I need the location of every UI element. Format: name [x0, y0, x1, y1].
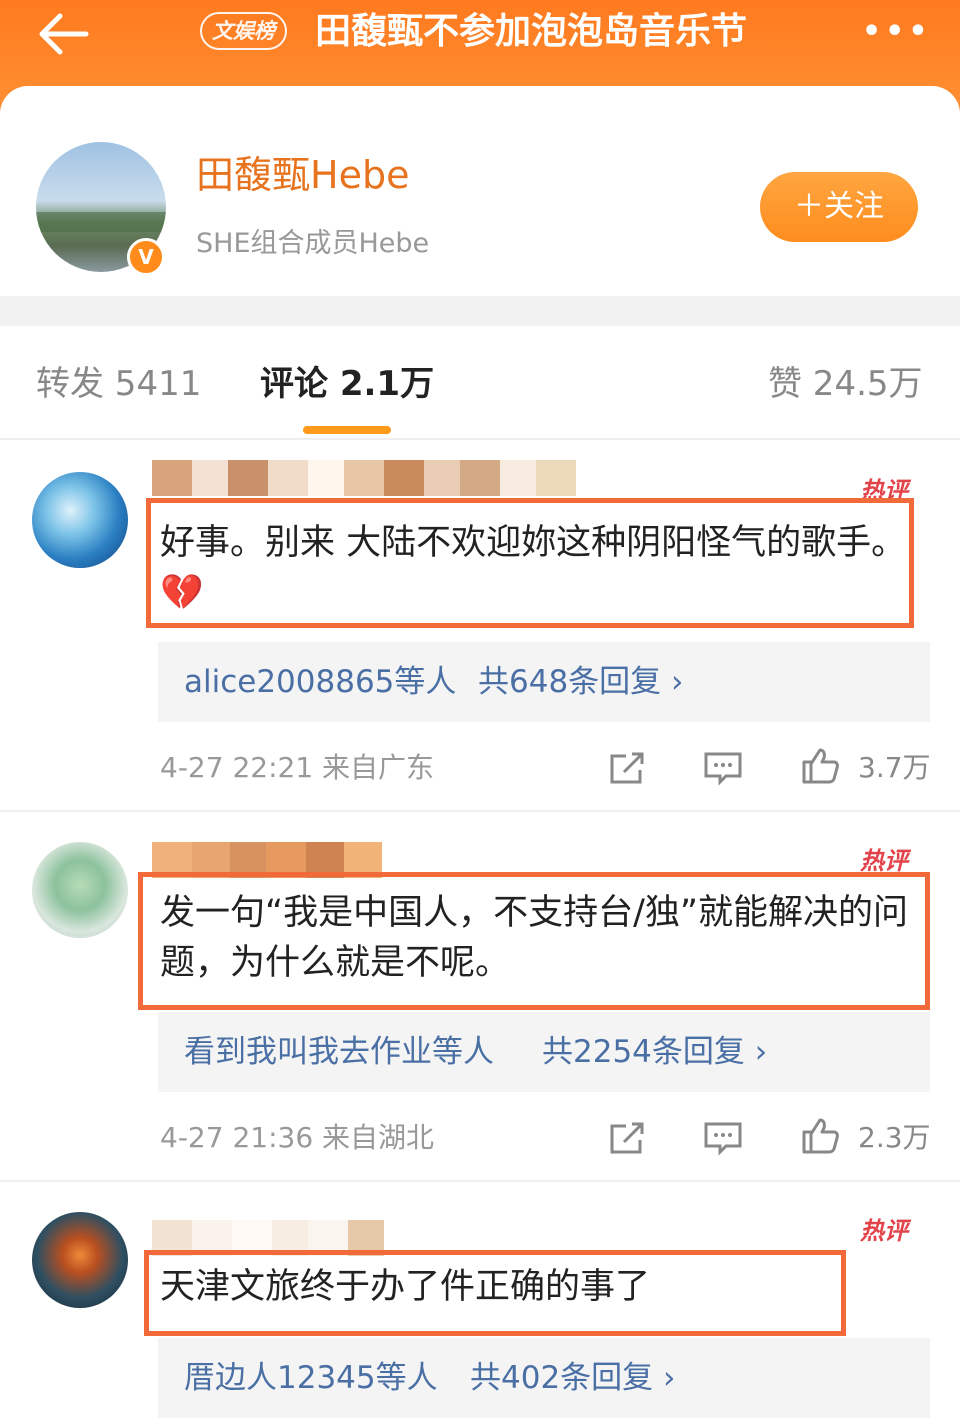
comment-divider	[0, 810, 960, 812]
follow-button[interactable]: ＋关注	[760, 172, 918, 242]
highlight-box	[144, 1250, 846, 1336]
comment-meta: 4-27 21:36 来自湖北	[160, 1121, 435, 1154]
author-name[interactable]: 田馥甄Hebe	[196, 152, 409, 198]
comment-icon	[704, 752, 742, 786]
like-button[interactable]	[800, 1116, 842, 1156]
thumbs-up-icon	[802, 1118, 839, 1154]
comment-meta: 4-27 22:21 来自广东	[160, 751, 435, 784]
share-icon	[610, 1122, 644, 1154]
verified-badge-icon: V	[127, 238, 165, 276]
reply-button[interactable]	[702, 1118, 744, 1158]
reply-summary[interactable]: 厝边人12345等人 共402条回复 ›	[158, 1338, 930, 1418]
share-button[interactable]	[606, 1118, 648, 1158]
tab-divider	[0, 438, 960, 440]
comment-divider	[0, 1180, 960, 1182]
more-options-button[interactable]: •••	[862, 14, 928, 50]
thumbs-up-icon	[802, 748, 839, 784]
like-button[interactable]	[800, 746, 842, 786]
commenter-avatar[interactable]	[32, 472, 128, 568]
reply-button[interactable]	[702, 748, 744, 788]
highlight-box	[146, 498, 914, 628]
tab-repost[interactable]: 转发 5411	[36, 360, 201, 408]
topic-title: 田馥甄不参加泡泡岛音乐节	[315, 11, 748, 52]
highlight-box	[138, 872, 930, 1010]
like-count: 3.7万	[858, 751, 931, 784]
comment-icon	[704, 1122, 742, 1156]
reply-users[interactable]: 厝边人12345等人	[184, 1338, 438, 1418]
active-tab-indicator	[303, 426, 391, 434]
hot-comment-badge: 热评	[860, 1217, 908, 1245]
commenter-avatar[interactable]	[32, 1212, 128, 1308]
section-gap	[0, 296, 960, 326]
commenter-avatar[interactable]	[32, 842, 128, 938]
tab-comment[interactable]: 评论 2.1万	[260, 360, 434, 408]
like-count: 2.3万	[858, 1121, 931, 1154]
share-icon	[610, 752, 644, 784]
reply-users[interactable]: 看到我叫我去作业等人	[184, 1012, 494, 1092]
author-description: SHE组合成员Hebe	[196, 228, 430, 259]
reply-users[interactable]: alice2008865等人	[184, 642, 456, 722]
ranking-tag[interactable]: 文娱榜	[200, 12, 287, 50]
reply-count-link[interactable]: 共648条回复 ›	[478, 642, 683, 722]
reply-count-link[interactable]: 共2254条回复 ›	[542, 1012, 767, 1092]
reply-summary[interactable]: 看到我叫我去作业等人 共2254条回复 ›	[158, 1012, 930, 1092]
reply-count-link[interactable]: 共402条回复 ›	[470, 1338, 675, 1418]
blurred-username	[152, 460, 576, 496]
share-button[interactable]	[606, 748, 648, 788]
tab-like[interactable]: 赞 24.5万	[768, 360, 923, 408]
reply-summary[interactable]: alice2008865等人 共648条回复 ›	[158, 642, 930, 722]
back-button[interactable]	[30, 6, 100, 62]
arrow-left-icon	[39, 13, 89, 55]
